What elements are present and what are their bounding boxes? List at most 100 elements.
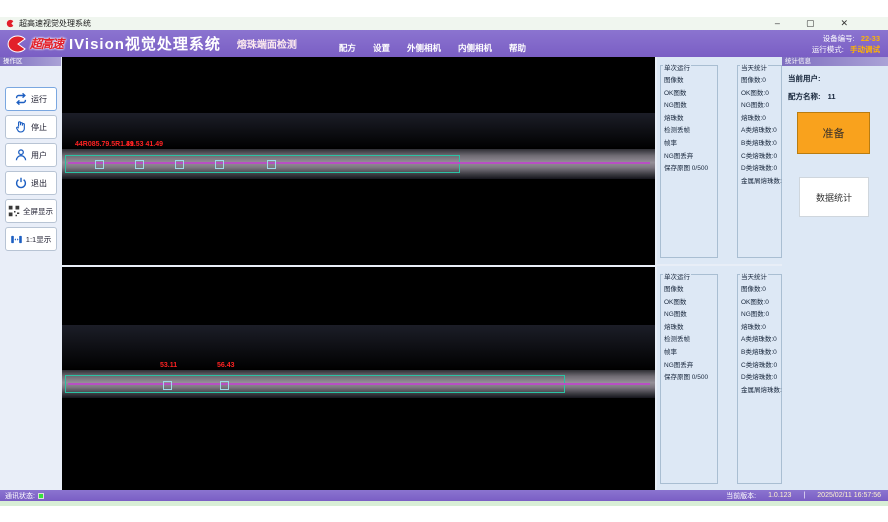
- image-haze: [62, 325, 655, 370]
- status-bar: 通讯状态: 当前版本: 1.0.123 | 2025/02/11 16:57:5…: [0, 490, 888, 501]
- exit-button[interactable]: 退出: [5, 171, 57, 195]
- menu-item[interactable]: 设置: [373, 42, 390, 54]
- bead-marker: [267, 160, 276, 169]
- measurement-annotation: 31.53 41.49: [126, 141, 163, 148]
- camera-view-bottom[interactable]: 53.11 56.43: [62, 267, 655, 490]
- stat-row: D类熔珠数:0: [741, 372, 781, 385]
- recipe-name-row: 配方名称: 11: [788, 91, 888, 102]
- run-loop-icon: [14, 92, 28, 106]
- detection-rect: [65, 155, 460, 173]
- sidebar-buttons: 运行 停止 用户: [0, 66, 61, 251]
- stat-row: NG图数: [664, 309, 717, 322]
- status-separator: |: [803, 492, 805, 499]
- menu-item[interactable]: 帮助: [509, 42, 526, 54]
- app-subtitle: 熔珠端面检测: [237, 36, 297, 51]
- app-logo-icon: [6, 19, 15, 28]
- stat-row: OK图数: [664, 297, 717, 310]
- bead-marker: [175, 160, 184, 169]
- menu-item[interactable]: 内侧相机: [458, 42, 492, 54]
- exit-button-label: 退出: [31, 178, 47, 189]
- stat-row: 保存原图 0/500: [664, 372, 717, 385]
- device-info: 设备编号: 22-33 运行模式: 手动调试: [812, 33, 880, 55]
- one-to-one-button-label: 1:1显示: [26, 234, 51, 245]
- user-icon: [14, 148, 28, 162]
- stat-row: OK图数:0: [741, 88, 781, 101]
- prepare-button[interactable]: 准备: [797, 112, 870, 154]
- measurement-annotation: 56.43: [217, 362, 235, 369]
- stat-row: OK图数: [664, 88, 717, 101]
- recipe-name-value: 11: [828, 92, 836, 101]
- info-panel-header: 统计信息: [782, 57, 888, 66]
- version-label: 当前版本:: [726, 491, 756, 501]
- stat-row: 图像数: [664, 284, 717, 297]
- run-mode-label: 运行模式:: [812, 45, 844, 54]
- stat-row: B类熔珠数:0: [741, 347, 781, 360]
- device-number-row: 设备编号: 22-33: [812, 33, 880, 44]
- stat-row: 帧率: [664, 138, 717, 151]
- maximize-button[interactable]: ▢: [806, 17, 815, 30]
- metal-strip-image: [62, 370, 655, 398]
- stop-button[interactable]: 停止: [5, 115, 57, 139]
- single-run-rows: 图像数OK图数NG图数熔珠数检测丢帧帧率NG图丢弃保存原图 0/500: [664, 284, 717, 385]
- fullscreen-grid-icon: [8, 205, 20, 217]
- close-button[interactable]: ✕: [840, 17, 848, 30]
- stat-row: 保存原图 0/500: [664, 163, 717, 176]
- menu-item[interactable]: 外侧相机: [407, 42, 441, 54]
- single-run-groupbox: 单次运行 图像数OK图数NG图数熔珠数检测丢帧帧率NG图丢弃保存原图 0/500: [660, 65, 718, 258]
- single-run-rows: 图像数OK图数NG图数熔珠数检测丢帧帧率NG图丢弃保存原图 0/500: [664, 75, 717, 176]
- main-menu: 配方 设置 外侧相机 内侧相机 帮助: [339, 42, 526, 54]
- run-button[interactable]: 运行: [5, 87, 57, 111]
- stat-row: 检测丢帧: [664, 334, 717, 347]
- version-value: 1.0.123: [768, 492, 791, 499]
- comm-status-label: 通讯状态:: [5, 491, 35, 501]
- app-title: IVision视觉处理系统: [69, 33, 221, 54]
- metal-strip-image: [62, 149, 655, 179]
- window-title: 超高速视觉处理系统: [19, 18, 91, 29]
- fullscreen-button-label: 全屏显示: [23, 206, 53, 217]
- one-to-one-button[interactable]: 1:1显示: [5, 227, 57, 251]
- stat-row: 图像数:0: [741, 75, 781, 88]
- device-number-label: 设备编号:: [823, 34, 855, 43]
- stat-row: OK图数:0: [741, 297, 781, 310]
- camera-view-top[interactable]: 44R085.79.5R1.49 31.53 41.49: [62, 57, 655, 265]
- stat-row: 熔珠数:0: [741, 113, 781, 126]
- current-user-label: 当前用户:: [788, 74, 821, 83]
- stat-row: C类熔珠数:0: [741, 360, 781, 373]
- minimize-button[interactable]: –: [775, 17, 780, 30]
- single-run-title: 单次运行: [663, 62, 691, 72]
- stat-row: 帧率: [664, 347, 717, 360]
- run-mode-row: 运行模式: 手动调试: [812, 44, 880, 55]
- datetime-value: 2025/02/11 16:57:56: [817, 492, 881, 499]
- stat-row: D类熔珠数:0: [741, 163, 781, 176]
- bead-marker: [163, 381, 172, 390]
- fullscreen-button[interactable]: 全屏显示: [5, 199, 57, 223]
- stat-row: A类熔珠数:0: [741, 125, 781, 138]
- device-number-value: 22-33: [861, 34, 880, 43]
- stat-row: 熔珠数:0: [741, 322, 781, 335]
- today-stats-rows: 图像数:0OK图数:0NG图数:0熔珠数:0A类熔珠数:0B类熔珠数:0C类熔珠…: [741, 284, 781, 397]
- operation-sidebar: 操作区 运行 停止: [0, 57, 61, 490]
- bead-marker: [215, 160, 224, 169]
- stat-row: 图像数:0: [741, 284, 781, 297]
- today-stats-groupbox: 当天统计 图像数:0OK图数:0NG图数:0熔珠数:0A类熔珠数:0B类熔珠数:…: [737, 274, 782, 484]
- stat-row: NG图丢弃: [664, 151, 717, 164]
- stat-row: 金属屑熔珠数:0: [741, 385, 781, 398]
- brand-logo: 超高速: [4, 34, 63, 54]
- stop-button-label: 停止: [31, 122, 47, 133]
- stat-row: NG图数:0: [741, 100, 781, 113]
- current-user-row: 当前用户:: [788, 73, 888, 84]
- data-statistics-button[interactable]: 数据统计: [799, 177, 869, 217]
- today-stats-rows: 图像数:0OK图数:0NG图数:0熔珠数:0A类熔珠数:0B类熔珠数:0C类熔珠…: [741, 75, 781, 188]
- window-titlebar: 超高速视觉处理系统 – ▢ ✕: [0, 17, 888, 30]
- stat-row: NG图数:0: [741, 309, 781, 322]
- menu-item[interactable]: 配方: [339, 42, 356, 54]
- user-button[interactable]: 用户: [5, 143, 57, 167]
- bead-centerline: [68, 383, 650, 385]
- user-button-label: 用户: [31, 150, 47, 161]
- window-controls: – ▢ ✕: [775, 17, 848, 30]
- stat-row: 金属屑熔珠数:0: [741, 176, 781, 189]
- run-button-label: 运行: [31, 94, 47, 105]
- stats-panel-bottom: 单次运行 图像数OK图数NG图数熔珠数检测丢帧帧率NG图丢弃保存原图 0/500…: [657, 266, 782, 490]
- comm-status-indicator: [38, 493, 44, 499]
- screen: 超高速视觉处理系统 – ▢ ✕ 超高速 IVision视觉处理系统 熔珠端面检测…: [0, 0, 888, 522]
